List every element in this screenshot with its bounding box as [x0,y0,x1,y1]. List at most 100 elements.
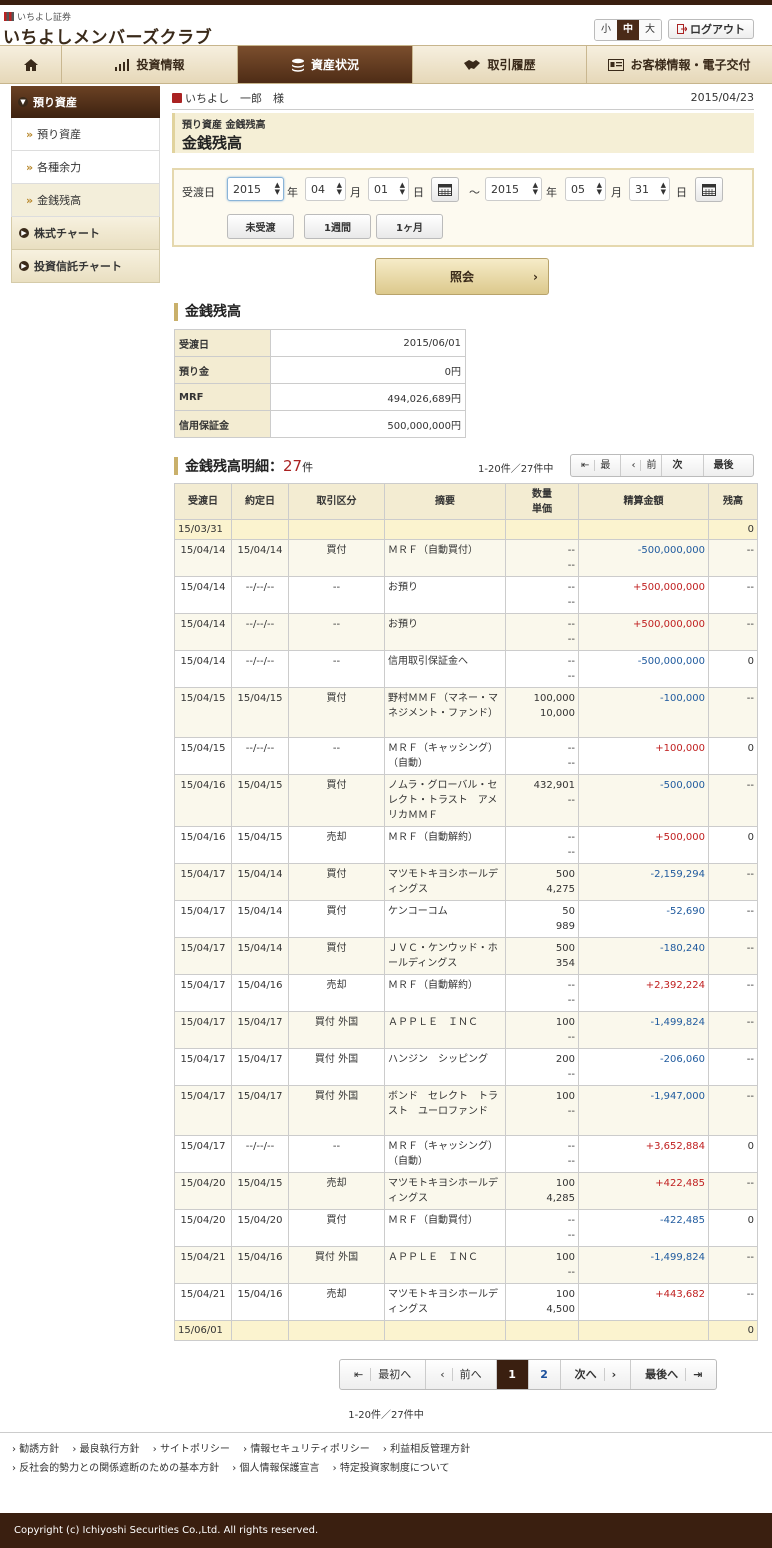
row-trade-date: 15/04/17 [231,1011,289,1049]
one-month-button[interactable]: 1ヶ月 [376,214,443,239]
spinner-icon: ▲ ▼ [336,181,342,196]
nav-trade-history[interactable]: 取引履歴 [413,46,587,83]
footer-link[interactable]: サイトポリシー [153,1444,230,1455]
row-trade-type: 売却 [288,1283,385,1321]
footer-link[interactable]: 最良執行方針 [72,1444,139,1455]
inquiry-button[interactable]: 照会 › [375,258,549,295]
col-qty: 数量 [532,488,552,500]
row-qty: 432,901 [533,780,575,791]
pager-next-button[interactable]: 次へ› [561,1360,632,1389]
one-week-button[interactable]: 1週間 [304,214,371,239]
to-day-select[interactable]: 31 ▲ ▼ [629,177,670,201]
pager-page-1[interactable]: 1 [496,1360,529,1389]
pager-prev-button[interactable]: ‹前へ [426,1360,497,1389]
sidebar-item-cash-balance[interactable]: » 金銭残高 [11,184,160,217]
footer-link[interactable]: 特定投資家制度について [333,1463,450,1474]
row-trade-date: --/--/-- [231,1135,289,1173]
detail-count: 27 [283,457,303,475]
pager-next-button[interactable]: 次へ› [662,455,704,476]
pager-page-2[interactable]: 2 [529,1360,561,1389]
row-trade-date: 15/04/17 [231,1085,289,1136]
filter-label: 受渡日 [182,186,215,199]
row-trade-date: 15/04/15 [231,826,289,864]
row-balance: -- [708,863,758,901]
pager-label: 次へ [667,460,684,476]
pager-label: 最初へ [378,1368,412,1381]
row-qty-price: -- -- [505,1135,579,1173]
font-size-small-button[interactable]: 小 [595,20,617,40]
row-description: 野村ＭＭＦ（マネー・マネジメント・ファンド） [384,687,506,738]
col-amount: 精算金額 [578,483,709,520]
sidebar-item-margin[interactable]: » 各種余力 [11,151,160,184]
table-row: 15/04/16 15/04/15 売却 ＭＲＦ（自動解約） -- -- +500,000 0 [174,826,758,864]
balance-row: 受渡日 2015/06/01 [174,329,466,357]
footer-links: 勧誘方針 最良執行方針 サイトポリシー 情報セキュリティポリシー 利益相反管理方… [12,1440,762,1478]
row-amount: +2,392,224 [578,974,709,1012]
row-description: ＭＲＦ（自動買付） [384,1209,506,1247]
row-balance: -- [708,937,758,975]
header: いちよし証券 いちよしメンバーズクラブ 小 中 大 ログアウト [0,5,772,48]
row-trade-date: --/--/-- [231,613,289,651]
row-amount: -52,690 [578,900,709,938]
row-settle-date: 15/04/17 [174,1011,232,1049]
row-qty-price: 100 -- [505,1085,579,1136]
to-calendar-button[interactable] [695,177,723,202]
nav-asset-status[interactable]: 資産状況 [238,46,413,83]
row-price: -- [567,1106,575,1117]
row-description: お預り [384,576,506,614]
pager-first-button[interactable]: ⇤最初へ [571,455,622,476]
pager-last-button[interactable]: 最後へ⇥ [631,1360,716,1389]
to-year-select[interactable]: 2015 ▲ ▼ [485,177,542,201]
date-filter: 受渡日 2015 ▲ ▼ 年 04 ▲ ▼ 月 01 ▲ ▼ 日 ～ 2015 ▲ ▼ 年 05… [172,168,754,247]
logout-button[interactable]: ログアウト [668,19,754,39]
footer-link[interactable]: 情報セキュリティポリシー [243,1444,370,1455]
pager-last-button[interactable]: 最後へ⇥ [704,455,753,476]
row-price: 989 [555,921,575,932]
nav-customer-info[interactable]: お客様情報・電子交付 [587,46,772,83]
font-size-medium-button[interactable]: 中 [617,20,639,40]
sidebar-head-assets[interactable]: ▼ 預り資産 [11,86,160,118]
row-amount: +500,000 [578,826,709,864]
from-year-select[interactable]: 2015 ▲ ▼ [227,177,284,201]
bar-chart-icon [115,58,130,71]
sidebar-item-assets[interactable]: » 預り資産 [11,118,160,151]
row-trade-type: 買付 [288,774,385,827]
font-size-large-button[interactable]: 大 [639,20,661,40]
to-day-value: 31 [635,182,649,196]
unsettled-button[interactable]: 未受渡 [227,214,294,239]
row-price: -- [567,795,575,806]
company-logo[interactable]: いちよし証券 [4,10,71,23]
row-amount: +443,682 [578,1283,709,1321]
sidebar-item-fund-chart[interactable]: ▶ 投資信託チャート [11,250,160,283]
row-trade-date: 15/04/15 [231,687,289,738]
copyright: Copyright (c) Ichiyoshi Securities Co.,L… [0,1513,772,1548]
chevron-right-circle-icon: ▶ [19,228,29,238]
row-balance: -- [708,974,758,1012]
footer-link[interactable]: 勧誘方針 [12,1444,59,1455]
nav-home[interactable] [0,46,62,83]
pager-first-button[interactable]: ⇤最初へ [340,1360,427,1389]
row-trade-type: 買付 [288,937,385,975]
from-month-select[interactable]: 04 ▲ ▼ [305,177,346,201]
row-description: ＭＲＦ（自動解約） [384,826,506,864]
from-day-select[interactable]: 01 ▲ ▼ [368,177,409,201]
empty-cell [578,1320,709,1341]
row-qty-price: -- -- [505,737,579,775]
table-row: 15/04/17 15/04/16 売却 ＭＲＦ（自動解約） -- -- +2,392,22… [174,974,758,1012]
footer-link[interactable]: 個人情報保護宣言 [232,1463,319,1474]
footer-link[interactable]: 利益相反管理方針 [383,1444,470,1455]
row-price: -- [567,995,575,1006]
row-balance: -- [708,774,758,827]
double-chevron-icon: » [26,160,34,174]
sidebar: ▼ 預り資産 » 預り資産 » 各種余力 » 金銭残高 ▶ 株式チャート ▶ 投資信託チャー… [11,86,160,283]
sidebar-item-label: 各種余力 [37,161,82,174]
balance-key: 預り金 [174,356,271,384]
sidebar-item-stock-chart[interactable]: ▶ 株式チャート [11,217,160,250]
nav-investment-info[interactable]: 投資情報 [62,46,238,83]
pager-prev-button[interactable]: ‹前へ [621,455,663,476]
footer-link[interactable]: 反社会的勢力との関係遮断のための基本方針 [12,1463,219,1474]
balance-key: 受渡日 [174,329,271,357]
sidebar-item-label: 株式チャート [34,227,100,240]
from-calendar-button[interactable] [431,177,459,202]
to-month-select[interactable]: 05 ▲ ▼ [565,177,606,201]
